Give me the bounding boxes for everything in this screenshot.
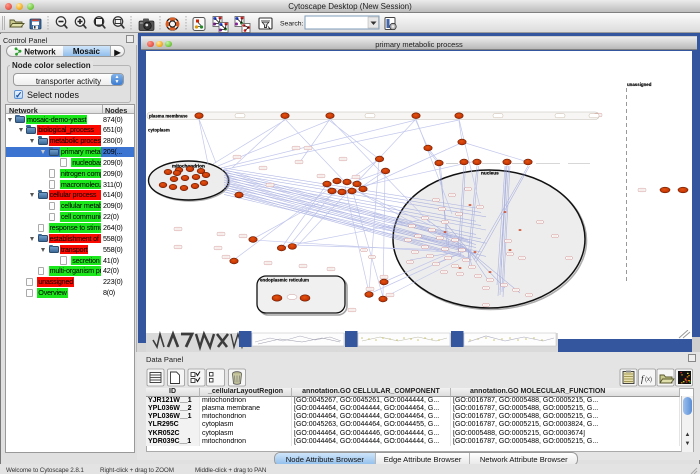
svg-text:endoplasmic reticulum: endoplasmic reticulum — [260, 278, 309, 283]
svg-text:(x): (x) — [645, 377, 652, 383]
svg-text:cytoplasm: cytoplasm — [148, 128, 170, 133]
svg-text:unassigned: unassigned — [627, 82, 652, 87]
svg-text:plasma membrane: plasma membrane — [149, 113, 188, 118]
svg-text:Search:: Search: — [280, 21, 304, 28]
svg-text:nucleus: nucleus — [481, 171, 499, 176]
